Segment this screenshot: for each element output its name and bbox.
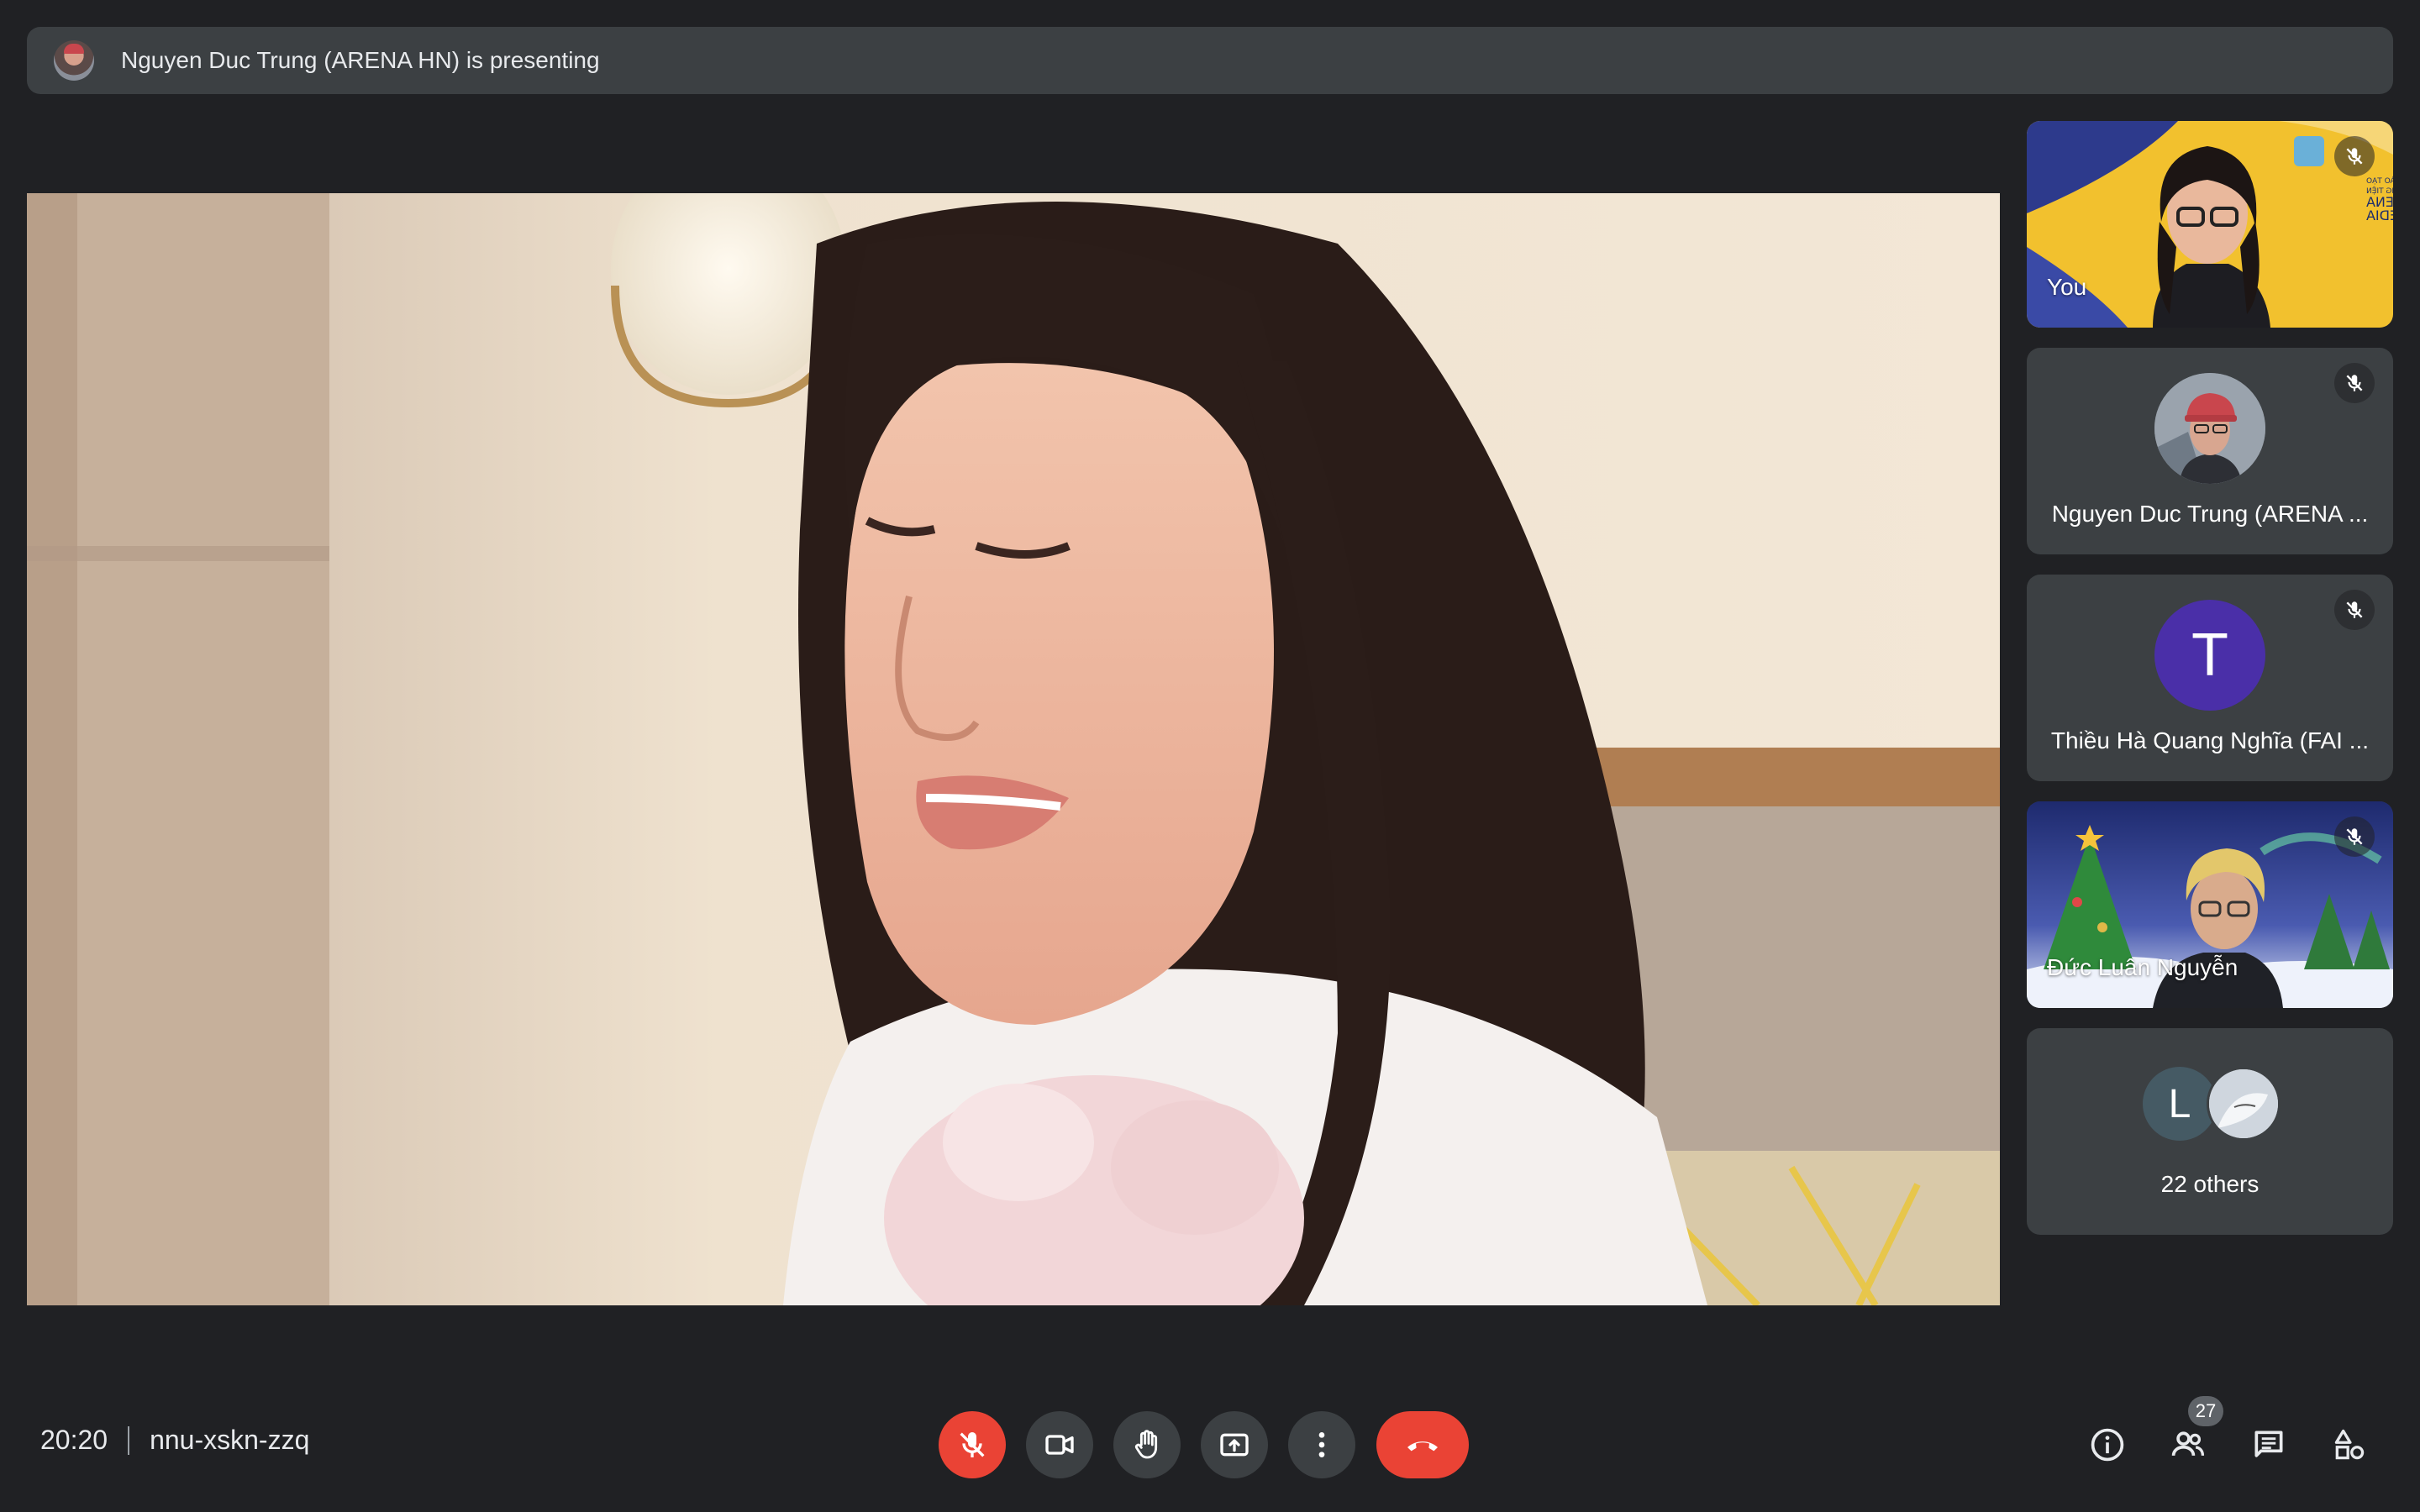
mic-off-icon [2334, 363, 2375, 403]
activities-button[interactable] [2326, 1421, 2373, 1468]
divider [128, 1425, 130, 1455]
meeting-code: nnu-xskn-zzq [150, 1425, 310, 1455]
call-end-icon [1407, 1441, 1438, 1452]
others-count: 22 others [2160, 1171, 2260, 1197]
activities-shapes-icon [2334, 1429, 2365, 1460]
meeting-time: 20:20 [40, 1425, 108, 1455]
participant-name: You [2047, 274, 2087, 300]
mic-off-icon [2334, 816, 2375, 857]
more-vert-icon [1318, 1432, 1325, 1457]
mic-off-icon [960, 1432, 985, 1457]
people-icon [2171, 1431, 2205, 1457]
camera-toggle-button[interactable] [1026, 1411, 1093, 1478]
participant-tile-you[interactable]: HỆ THỐNG ĐÀO TẠO MỸ THUẬT ĐA PHƯƠNG TIỆN… [2027, 121, 2393, 328]
you-bg-text-line4: MULTIMEDIA [2366, 207, 2393, 223]
raise-hand-icon [1134, 1430, 1158, 1459]
more-options-button[interactable] [1288, 1411, 1355, 1478]
others-avatar-initial: L [2143, 1067, 2217, 1141]
presenting-banner: Nguyen Duc Trung (ARENA HN) is presentin… [27, 27, 2393, 94]
mic-off-icon [2334, 590, 2375, 630]
leave-call-button[interactable] [1376, 1411, 1469, 1478]
participant-tile-duc-luan-nguyen[interactable]: Đức Luân Nguyễn [2027, 801, 2393, 1008]
people-button[interactable] [2165, 1421, 2212, 1468]
present-screen-icon [1220, 1433, 1249, 1457]
avatar [2154, 373, 2265, 484]
avatar: T [2154, 600, 2265, 711]
presentation-video-frame [27, 193, 2000, 1305]
people-count-badge: 27 [2188, 1396, 2223, 1426]
participant-tile-nguyen-duc-trung[interactable]: Nguyen Duc Trung (ARENA ... [2027, 348, 2393, 554]
presenter-avatar [54, 40, 94, 81]
participant-name: Đức Luân Nguyễn [2047, 954, 2238, 980]
others-avatar-photo [2207, 1067, 2281, 1141]
chat-button[interactable] [2245, 1421, 2292, 1468]
mic-toggle-button[interactable] [939, 1411, 1006, 1478]
raise-hand-button[interactable] [1113, 1411, 1181, 1478]
shared-screen[interactable] [27, 193, 2000, 1305]
meeting-info-button[interactable] [2084, 1421, 2131, 1468]
participant-name: Thiều Hà Quang Nghĩa (FAI ... [2050, 727, 2370, 753]
meeting-details: 20:20 nnu-xskn-zzq [40, 1425, 309, 1456]
videocam-icon [1045, 1435, 1074, 1455]
present-now-button[interactable] [1201, 1411, 1268, 1478]
presenting-text: Nguyen Duc Trung (ARENA HN) is presentin… [121, 47, 600, 73]
chat-icon [2254, 1431, 2283, 1457]
participant-tile-thieu-ha-quang-nghia[interactable]: T Thiều Hà Quang Nghĩa (FAI ... [2027, 575, 2393, 781]
info-icon [2091, 1428, 2124, 1462]
avatar-initial: T [2191, 622, 2228, 689]
participant-name: Nguyen Duc Trung (ARENA ... [2051, 501, 2369, 527]
participant-tile-others[interactable]: L 22 others [2027, 1028, 2393, 1235]
mic-off-icon [2334, 136, 2375, 176]
